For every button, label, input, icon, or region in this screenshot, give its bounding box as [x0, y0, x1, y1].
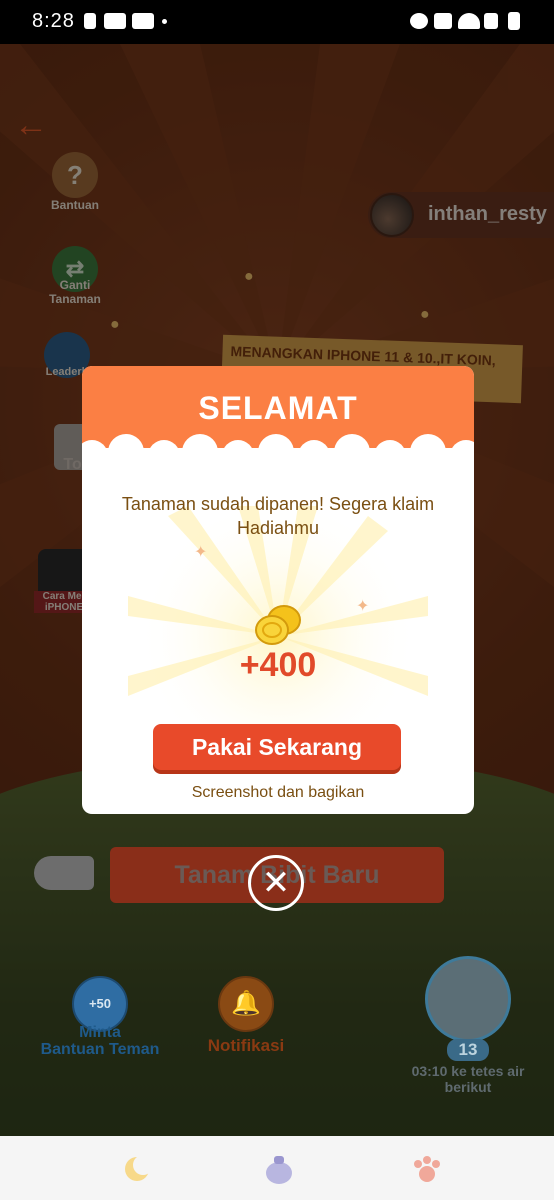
status-time: 8:28 [32, 10, 75, 32]
status-bar: 8:28 [0, 0, 554, 44]
notification-label: Notifikasi [207, 1036, 285, 1055]
mute-icon [434, 13, 452, 29]
close-dialog-button[interactable]: ✕ [248, 855, 304, 911]
battery-icon [508, 12, 520, 30]
close-icon: ✕ [261, 864, 291, 902]
money-bag-icon[interactable] [262, 1152, 296, 1186]
ask-friends-label: Minta Bantuan Teman [40, 1024, 160, 1058]
youtube-icon [132, 13, 154, 29]
share-screenshot-link[interactable]: Screenshot dan bagikan [82, 784, 474, 802]
watering-can-button[interactable]: 13 03:10 ke tetes air berikut [408, 956, 528, 1095]
sim-icon [84, 13, 96, 29]
help-badge: +50 [88, 996, 112, 1011]
pointing-hand-icon [34, 856, 94, 890]
cloud-edge [82, 426, 474, 476]
bottom-nav [0, 1136, 554, 1200]
watering-can-icon [425, 956, 511, 1042]
water-count: 13 [446, 1039, 490, 1061]
signal-icon [484, 13, 498, 29]
bell-icon: 🔔 [218, 976, 274, 1032]
paw-icon[interactable] [410, 1152, 444, 1186]
sparkle-icon: ✦ [356, 598, 370, 615]
youtube-icon [104, 13, 126, 29]
reward-amount: +400 [239, 646, 317, 684]
dialog-title: SELAMAT [198, 390, 358, 426]
ask-friends-button[interactable]: +50 Minta Bantuan Teman [40, 976, 160, 1058]
sparkle-icon: ✦ [194, 544, 208, 561]
dialog-message: Tanaman sudah dipanen! Segera klaim Hadi… [121, 494, 435, 538]
notification-dot-icon [162, 19, 167, 24]
notification-button[interactable]: 🔔 Notifikasi [196, 976, 296, 1056]
water-timer: 03:10 ke tetes air berikut [411, 1063, 525, 1095]
alarm-icon [410, 13, 428, 29]
claim-now-button[interactable]: Pakai Sekarang [153, 724, 401, 770]
reward-dialog: SELAMAT Tanaman sudah dipanen! Segera kl… [82, 366, 474, 814]
moon-icon[interactable] [120, 1152, 154, 1186]
coins-icon [255, 605, 301, 645]
wifi-icon [458, 13, 480, 29]
